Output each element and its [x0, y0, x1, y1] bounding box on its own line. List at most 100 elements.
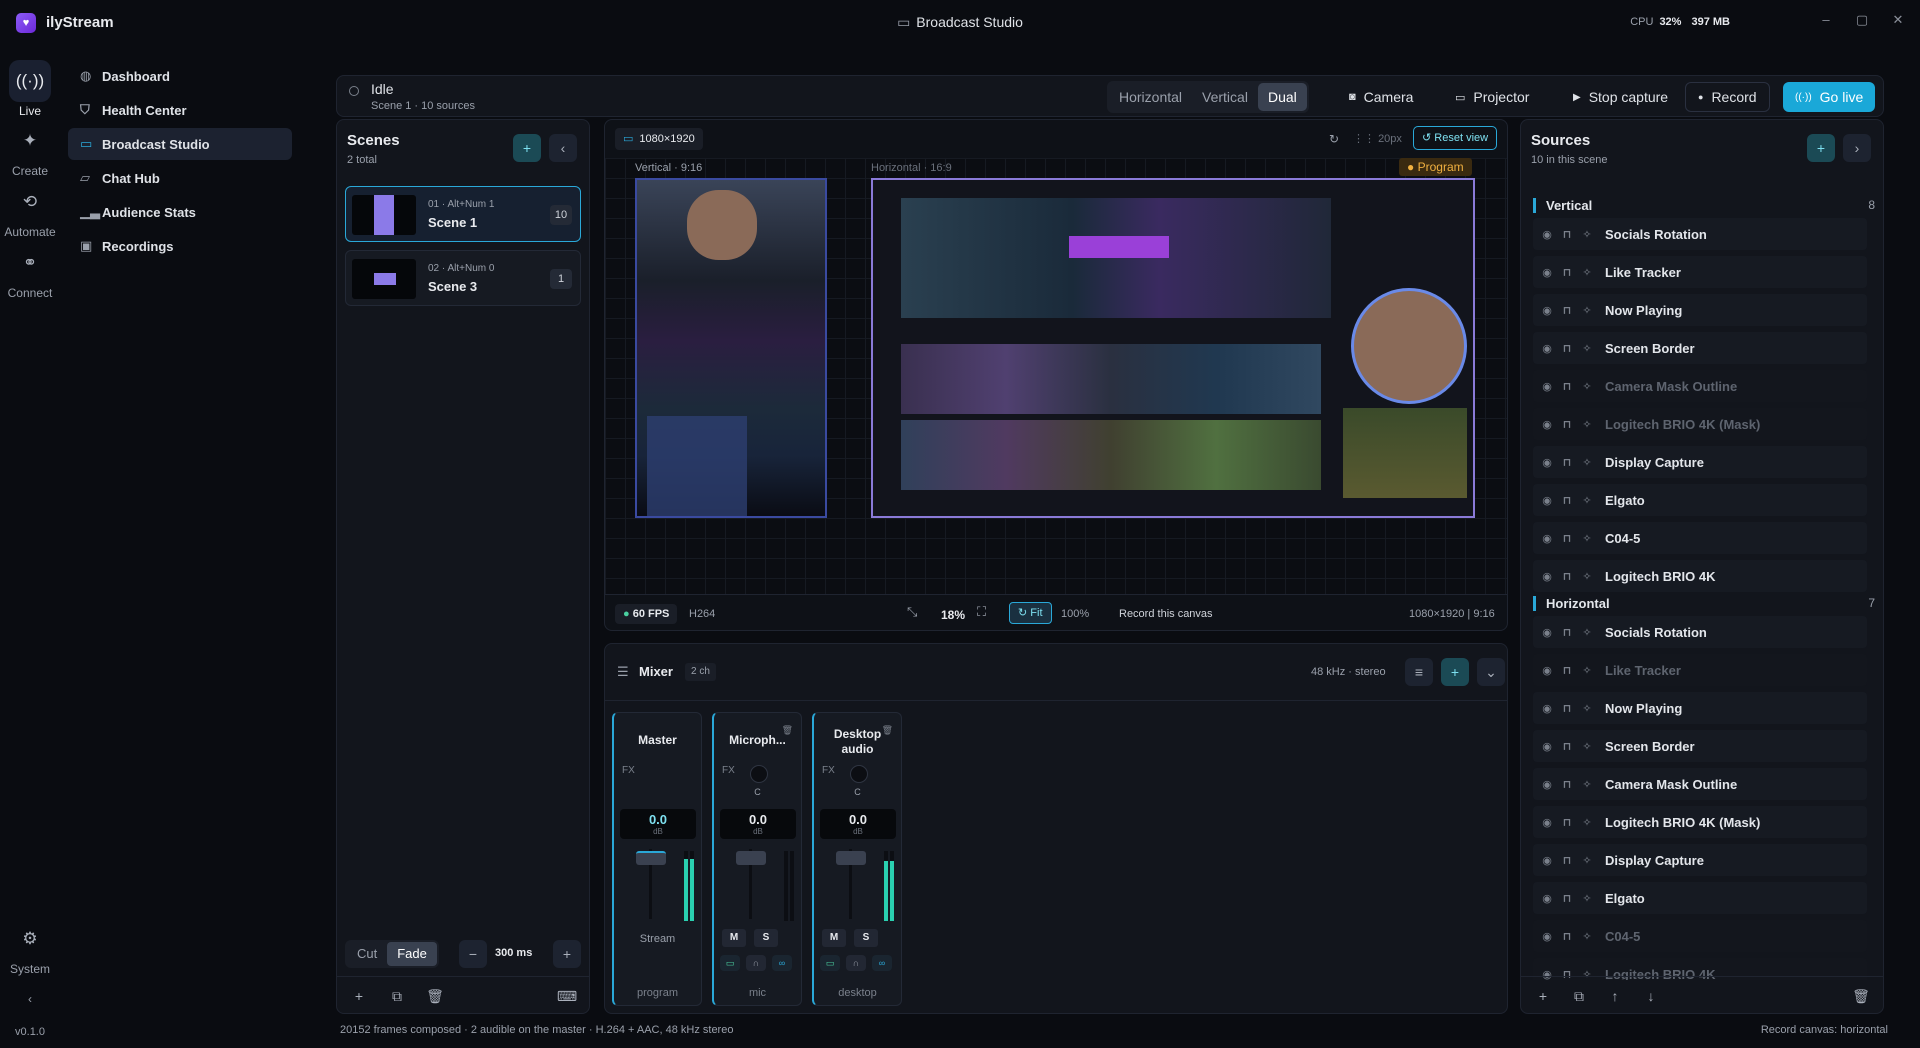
eye-icon[interactable]: ◉	[1537, 854, 1557, 867]
close-button[interactable]: ✕	[1886, 12, 1910, 32]
headphones-icon[interactable]: ∩	[746, 955, 766, 971]
source-group-header[interactable]: 7 Horizontal	[1533, 596, 1875, 611]
lock-icon[interactable]: ⊓	[1557, 342, 1577, 355]
vertical-preview[interactable]	[635, 178, 827, 518]
transition-cut[interactable]: Cut	[347, 942, 387, 966]
collapse-scenes-button[interactable]: ‹	[549, 134, 577, 162]
lock-icon[interactable]: ⊓	[1557, 892, 1577, 905]
lock-icon[interactable]: ⊓	[1557, 380, 1577, 393]
duplicate-icon[interactable]: ⧉	[1565, 982, 1593, 1010]
projector-button[interactable]: ▭ Projector	[1443, 82, 1541, 112]
eye-icon[interactable]: ◉	[1537, 626, 1557, 639]
lock-icon[interactable]: ⊓	[1557, 740, 1577, 753]
eye-icon[interactable]: ◉	[1537, 228, 1557, 241]
lock-icon[interactable]: ⊓	[1557, 228, 1577, 241]
expand-icon[interactable]: ⛶	[977, 604, 986, 620]
eye-icon[interactable]: ◉	[1537, 702, 1557, 715]
eye-icon[interactable]: ◉	[1537, 304, 1557, 317]
minimize-button[interactable]: –	[1814, 12, 1838, 32]
add-audio-source-button[interactable]: +	[1441, 658, 1469, 686]
camera-button[interactable]: ◙ Camera	[1337, 82, 1425, 112]
source-group-header[interactable]: 8 Vertical	[1533, 198, 1875, 213]
source-row[interactable]: ◉ ⊓ ✧ C04-5	[1533, 522, 1867, 554]
tab-horizontal[interactable]: Horizontal	[1109, 83, 1192, 111]
lock-icon[interactable]: ⊓	[1557, 418, 1577, 431]
lock-icon[interactable]: ⊓	[1557, 778, 1577, 791]
lock-icon[interactable]: ⊓	[1557, 266, 1577, 279]
lock-icon[interactable]: ⊓	[1557, 532, 1577, 545]
volume-fader[interactable]	[732, 849, 770, 919]
fx-button[interactable]: FX	[622, 765, 635, 776]
reset-view-button[interactable]: ↺ Reset view	[1413, 126, 1498, 150]
eye-icon[interactable]: ◉	[1537, 816, 1557, 829]
eye-icon[interactable]: ◉	[1537, 494, 1557, 507]
collapse-rail-button[interactable]: ‹	[0, 992, 60, 1006]
lock-icon[interactable]: ⊓	[1557, 304, 1577, 317]
nav-item-broadcast-studio[interactable]: ▭ Broadcast Studio	[68, 128, 292, 160]
increase-duration-button[interactable]: +	[553, 940, 581, 968]
nav-item-dashboard[interactable]: ◍ Dashboard	[68, 60, 292, 92]
nav-item-health-center[interactable]: ⛉ Health Center	[68, 94, 292, 126]
maximize-button[interactable]: ▢	[1850, 12, 1874, 32]
source-row[interactable]: ◉ ⊓ ✧ Socials Rotation	[1533, 218, 1867, 250]
add-icon[interactable]: +	[1529, 982, 1557, 1010]
eye-icon[interactable]: ◉	[1537, 778, 1557, 791]
eye-icon[interactable]: ◉	[1537, 968, 1557, 981]
eye-icon[interactable]: ◉	[1537, 380, 1557, 393]
source-row[interactable]: ◉ ⊓ ✧ Now Playing	[1533, 294, 1867, 326]
mixer-list-button[interactable]: ≡	[1405, 658, 1433, 686]
scene-item[interactable]: 02 · Alt+Num 0 Scene 3 1	[345, 250, 581, 306]
source-row[interactable]: ◉ ⊓ ✧ Now Playing	[1533, 692, 1867, 724]
eye-icon[interactable]: ◉	[1537, 664, 1557, 677]
shrink-icon[interactable]: ⤡	[907, 604, 917, 620]
source-row[interactable]: ◉ ⊓ ✧ Elgato	[1533, 484, 1867, 516]
move-down-icon[interactable]: ↓	[1637, 982, 1665, 1010]
record-button[interactable]: ● Record	[1685, 82, 1770, 112]
tab-vertical[interactable]: Vertical	[1192, 83, 1258, 111]
trash-icon[interactable]: 🗑	[421, 982, 449, 1010]
add-scene-button[interactable]: +	[513, 134, 541, 162]
grid-size[interactable]: ⋮⋮ 20px	[1353, 132, 1402, 145]
eye-icon[interactable]: ◉	[1537, 418, 1557, 431]
decrease-duration-button[interactable]: −	[459, 940, 487, 968]
source-row[interactable]: ◉ ⊓ ✧ Elgato	[1533, 882, 1867, 914]
zoom-100-button[interactable]: 100%	[1061, 608, 1089, 620]
source-row[interactable]: ◉ ⊓ ✧ Socials Rotation	[1533, 616, 1867, 648]
eye-icon[interactable]: ◉	[1537, 740, 1557, 753]
fit-button[interactable]: ↻ Fit	[1009, 602, 1052, 624]
eye-icon[interactable]: ◉	[1537, 532, 1557, 545]
source-row[interactable]: ◉ ⊓ ✧ Camera Mask Outline	[1533, 768, 1867, 800]
eye-icon[interactable]: ◉	[1537, 892, 1557, 905]
fx-button[interactable]: FX	[822, 765, 835, 776]
eye-icon[interactable]: ◉	[1537, 930, 1557, 943]
nav-item-audience-stats[interactable]: ▁▃ Audience Stats	[68, 196, 292, 228]
source-row[interactable]: ◉ ⊓ ✧ Logitech BRIO 4K (Mask)	[1533, 408, 1867, 440]
nav-item-recordings[interactable]: ▣ Recordings	[68, 230, 292, 262]
keyboard-icon[interactable]: ⌨	[553, 982, 581, 1010]
snap-icon[interactable]: ↻	[1329, 132, 1339, 146]
rail-item-live[interactable]: ((·)) Live	[0, 60, 60, 118]
lock-icon[interactable]: ⊓	[1557, 456, 1577, 469]
transition-fade[interactable]: Fade	[387, 942, 437, 966]
stop-capture-button[interactable]: ▶ Stop capture	[1561, 82, 1680, 112]
monitor-output-icon[interactable]: ▭	[820, 955, 840, 971]
volume-fader[interactable]	[832, 849, 870, 919]
eye-icon[interactable]: ◉	[1537, 570, 1557, 583]
source-row[interactable]: ◉ ⊓ ✧ C04-5	[1533, 920, 1867, 952]
trash-icon[interactable]: 🗑	[882, 725, 893, 736]
source-row[interactable]: ◉ ⊓ ✧ Logitech BRIO 4K (Mask)	[1533, 806, 1867, 838]
lock-icon[interactable]: ⊓	[1557, 702, 1577, 715]
lock-icon[interactable]: ⊓	[1557, 494, 1577, 507]
mixer-expand-button[interactable]: ⌄	[1477, 658, 1505, 686]
source-row[interactable]: ◉ ⊓ ✧ Screen Border	[1533, 730, 1867, 762]
trash-icon[interactable]: 🗑	[1847, 982, 1875, 1010]
source-row[interactable]: ◉ ⊓ ✧ Display Capture	[1533, 844, 1867, 876]
source-row[interactable]: ◉ ⊓ ✧ Camera Mask Outline	[1533, 370, 1867, 402]
eye-icon[interactable]: ◉	[1537, 456, 1557, 469]
source-row[interactable]: ◉ ⊓ ✧ Screen Border	[1533, 332, 1867, 364]
link-icon[interactable]: ∞	[872, 955, 892, 971]
duplicate-icon[interactable]: ⧉	[383, 982, 411, 1010]
source-row[interactable]: ◉ ⊓ ✧ Logitech BRIO 4K	[1533, 560, 1867, 592]
pan-knob[interactable]	[850, 765, 868, 783]
link-icon[interactable]: ∞	[772, 955, 792, 971]
